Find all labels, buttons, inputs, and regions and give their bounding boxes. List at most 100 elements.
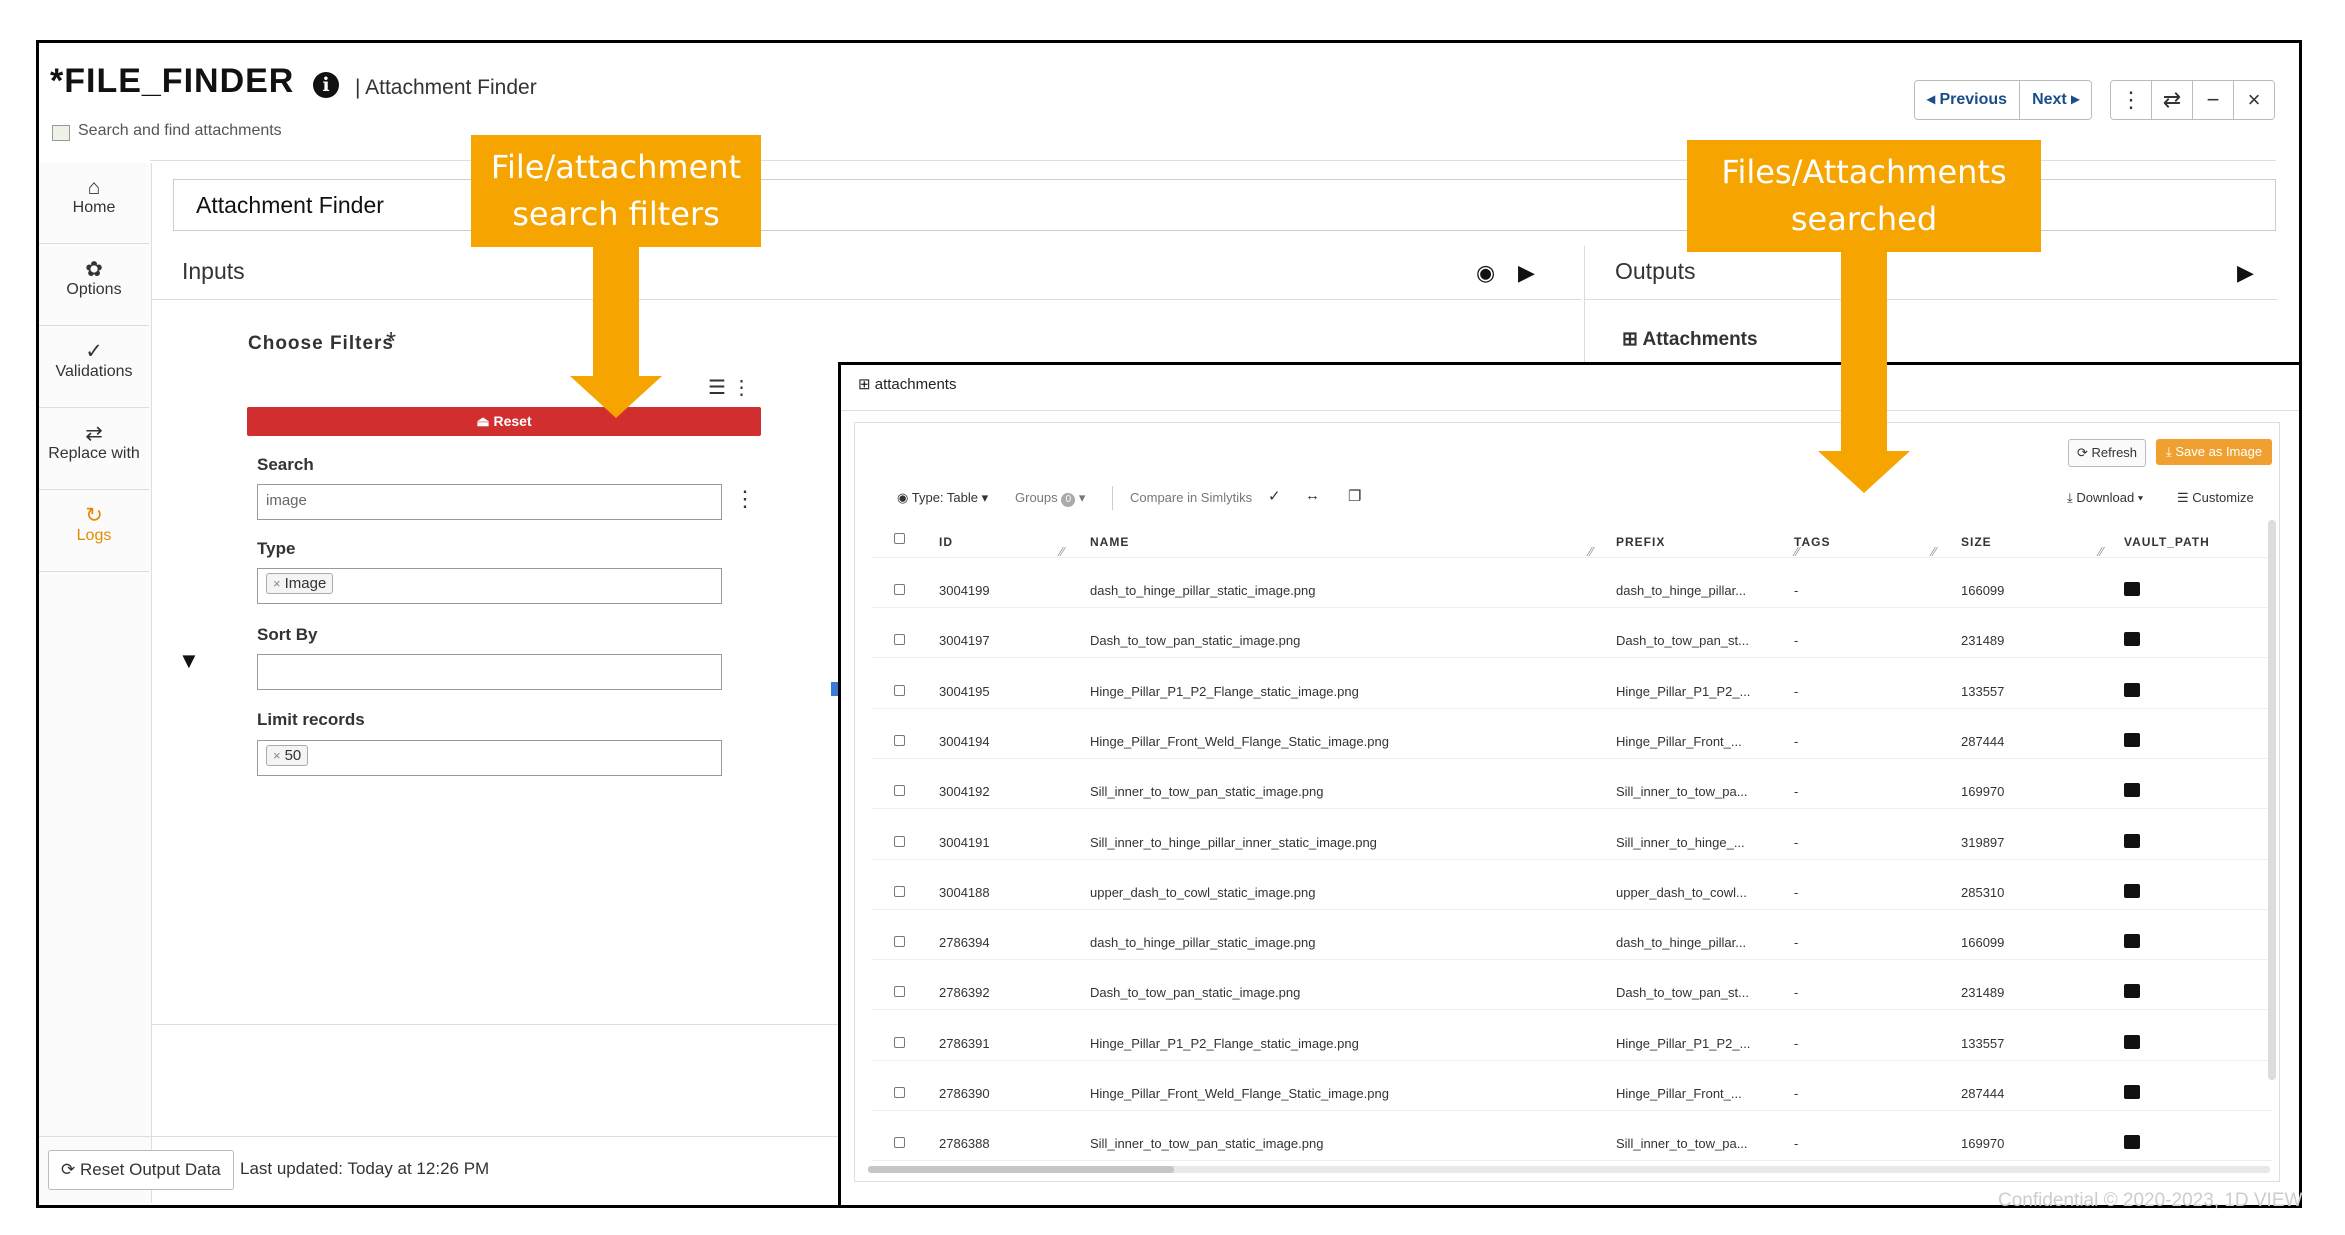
play-icon[interactable]: ▶ xyxy=(2237,260,2254,286)
expand-icon[interactable]: ↔ xyxy=(1305,487,1320,504)
row-checkbox[interactable] xyxy=(894,1087,905,1098)
column-header-id[interactable]: ID xyxy=(939,535,953,549)
image-icon[interactable] xyxy=(2124,632,2140,646)
row-checkbox[interactable] xyxy=(894,1137,905,1148)
panel-title: ⊞ attachments xyxy=(858,375,956,393)
select-all-checkbox[interactable] xyxy=(894,533,905,544)
check-all-icon[interactable]: ✓ xyxy=(1268,487,1281,505)
sidebar-item-home[interactable]: ⌂ Home xyxy=(39,163,149,244)
search-input[interactable]: image xyxy=(257,484,722,520)
sidebar-item-validations[interactable]: ✓ Validations xyxy=(39,327,149,408)
row-checkbox[interactable] xyxy=(894,1037,905,1048)
outputs-attachments-label: ⊞ Attachments xyxy=(1622,328,1758,351)
row-checkbox[interactable] xyxy=(894,886,905,897)
image-icon[interactable] xyxy=(2124,984,2140,998)
image-icon[interactable] xyxy=(2124,934,2140,948)
cell-prefix: Sill_inner_to_hinge_... xyxy=(1616,835,1745,850)
horizontal-scrollbar-thumb[interactable] xyxy=(868,1166,1174,1173)
image-icon[interactable] xyxy=(2124,582,2140,596)
column-header-size[interactable]: SIZE xyxy=(1961,535,1992,549)
download-dropdown[interactable]: ⤓ Download ▾ xyxy=(2067,490,2143,506)
cell-prefix: Hinge_Pillar_P1_P2_... xyxy=(1616,1036,1751,1051)
sliders-icon: ☰ xyxy=(2177,490,2193,505)
outputs-attachments-text: Attachments xyxy=(1642,329,1758,350)
groups-dropdown[interactable]: Groups 0 ▾ xyxy=(1015,490,1085,507)
column-header-vault-path[interactable]: VAULT_PATH xyxy=(2124,535,2210,549)
type-tag[interactable]: × Image xyxy=(266,573,334,594)
cell-name: Sill_inner_to_tow_pan_static_image.png xyxy=(1090,784,1324,799)
cell-size: 319897 xyxy=(1961,835,2005,850)
row-checkbox[interactable] xyxy=(894,986,905,997)
minimize-icon[interactable]: − xyxy=(2192,81,2233,119)
row-checkbox[interactable] xyxy=(894,785,905,796)
callout-filters: File/attachment search filters xyxy=(471,135,761,247)
reset-button[interactable]: ⏏ Reset xyxy=(247,407,761,436)
filter-icon[interactable]: ▼ xyxy=(178,648,200,674)
eye-icon[interactable]: ◉ xyxy=(1476,260,1495,286)
window-controls: ⋮ ⇄ − × xyxy=(2110,80,2275,120)
cell-name: Dash_to_tow_pan_static_image.png xyxy=(1090,633,1301,648)
image-icon[interactable] xyxy=(2124,733,2140,747)
sidebar-item-logs[interactable]: ↻ Logs xyxy=(39,491,149,572)
cell-tags: - xyxy=(1794,835,1799,850)
sidebar-item-label: Replace with xyxy=(48,445,140,462)
image-icon[interactable] xyxy=(2124,834,2140,848)
image-icon[interactable] xyxy=(2124,884,2140,898)
row-checkbox[interactable] xyxy=(894,685,905,696)
close-icon[interactable]: × xyxy=(2233,81,2274,119)
cell-prefix: dash_to_hinge_pillar... xyxy=(1616,583,1747,598)
row-checkbox[interactable] xyxy=(894,936,905,947)
cell-prefix: Sill_inner_to_tow_pa... xyxy=(1616,1136,1748,1151)
image-icon[interactable] xyxy=(2124,1085,2140,1099)
table-row-divider xyxy=(872,607,2272,608)
remove-icon[interactable]: × xyxy=(273,748,281,763)
sidebar-item-replace-with[interactable]: ⇄ Replace with xyxy=(39,409,149,490)
row-checkbox[interactable] xyxy=(894,735,905,746)
table-row-divider xyxy=(872,1060,2272,1061)
sidebar-item-options[interactable]: ✿ Options xyxy=(39,245,149,326)
type-dropdown[interactable]: ◉ Type: Table ▾ xyxy=(897,490,988,506)
swap-icon[interactable]: ⇄ xyxy=(2151,81,2192,119)
type-label: Type xyxy=(257,539,296,558)
column-header-prefix[interactable]: PREFIX xyxy=(1616,535,1665,549)
image-icon[interactable] xyxy=(2124,1135,2140,1149)
remove-icon[interactable]: × xyxy=(273,576,281,591)
limit-records-label: Limit records xyxy=(257,710,365,729)
customize-button[interactable]: ☰ Customize xyxy=(2177,490,2254,506)
more-icon[interactable]: ⋮ xyxy=(734,486,756,512)
inputs-title: Inputs xyxy=(182,258,245,284)
cell-size: 169970 xyxy=(1961,1136,2005,1151)
type-select[interactable]: × Image xyxy=(257,568,722,604)
eye-icon: ◉ xyxy=(897,490,912,505)
cell-name: Hinge_Pillar_P1_P2_Flange_static_image.p… xyxy=(1090,1036,1359,1051)
play-icon[interactable]: ▶ xyxy=(1518,260,1535,286)
next-button[interactable]: Next ▸ xyxy=(2019,81,2092,119)
compare-button[interactable]: Compare in Simlytiks xyxy=(1130,490,1252,505)
refresh-button[interactable]: ⟳ Refresh xyxy=(2068,439,2147,467)
previous-button[interactable]: ◂ Previous xyxy=(1915,81,2020,119)
column-header-name[interactable]: NAME xyxy=(1090,535,1129,549)
save-as-image-button[interactable]: ⤓ Save as Image xyxy=(2156,439,2273,465)
column-header-tags[interactable]: TAGS xyxy=(1794,535,1830,549)
more-icon[interactable]: ⋮ xyxy=(2111,81,2151,119)
sort-by-select[interactable] xyxy=(257,654,722,690)
copy-icon[interactable]: ❐ xyxy=(1348,487,1361,505)
limit-tag[interactable]: × 50 xyxy=(266,745,309,766)
cell-prefix: dash_to_hinge_pillar... xyxy=(1616,935,1747,950)
cell-prefix: Sill_inner_to_tow_pa... xyxy=(1616,784,1748,799)
reset-output-button[interactable]: ⟳ Reset Output Data xyxy=(48,1150,234,1190)
row-checkbox[interactable] xyxy=(894,584,905,595)
limit-records-select[interactable]: × 50 xyxy=(257,740,722,776)
toolbar-divider xyxy=(1112,486,1113,510)
image-icon[interactable] xyxy=(2124,1035,2140,1049)
image-icon[interactable] xyxy=(2124,683,2140,697)
home-icon: ⌂ xyxy=(87,176,101,199)
row-checkbox[interactable] xyxy=(894,634,905,645)
image-icon[interactable] xyxy=(2124,783,2140,797)
attachments-card xyxy=(854,422,2280,1182)
filter-settings-icon[interactable]: ☰ ⋮ xyxy=(708,375,752,400)
info-icon[interactable]: i xyxy=(313,72,339,98)
cell-name: Hinge_Pillar_Front_Weld_Flange_Static_im… xyxy=(1090,734,1389,749)
row-checkbox[interactable] xyxy=(894,836,905,847)
vertical-scrollbar[interactable] xyxy=(2268,520,2276,1080)
